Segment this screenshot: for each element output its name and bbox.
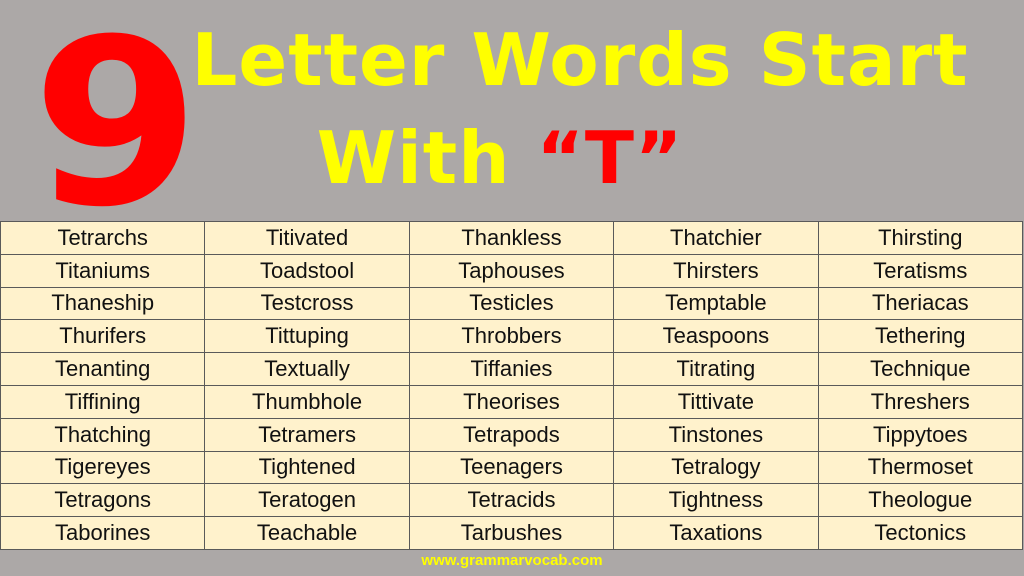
title-letter-t: “T” bbox=[536, 116, 684, 200]
word-cell: Toadstool bbox=[204, 253, 410, 288]
word-cell: Taxations bbox=[613, 516, 819, 550]
title-line-1: Letter Words Start bbox=[191, 18, 969, 102]
word-cell: Tenanting bbox=[0, 352, 206, 386]
table-row: Tiffining Thumbhole Theorises Tittivate Thre… bbox=[0, 384, 1024, 419]
word-cell: Teratisms bbox=[817, 253, 1024, 288]
word-cell: Teenagers bbox=[408, 450, 615, 485]
title-line-2: With “T” bbox=[180, 118, 820, 198]
table-row: Tigereyes Tightened Teenagers Tetralogy Ther… bbox=[0, 450, 1024, 485]
word-cell: Tectonics bbox=[817, 516, 1024, 550]
word-cell: Tethering bbox=[817, 319, 1024, 354]
word-cell: Tippytoes bbox=[817, 417, 1024, 452]
word-cell: Thurifers bbox=[0, 319, 206, 354]
word-cell: Tarbushes bbox=[408, 516, 615, 550]
word-cell: Taphouses bbox=[408, 253, 615, 288]
word-cell: Titivated bbox=[204, 221, 410, 255]
word-cell: Tetrarchs bbox=[0, 221, 206, 255]
word-cell: Testcross bbox=[204, 286, 410, 321]
word-cell: Thatching bbox=[0, 417, 206, 452]
word-cell: Thankless bbox=[408, 221, 615, 255]
word-cell: Tinstones bbox=[613, 417, 819, 452]
word-cell: Thumbhole bbox=[204, 384, 410, 419]
word-cell: Temptable bbox=[613, 286, 819, 321]
word-cell: Tightened bbox=[204, 450, 410, 485]
word-cell: Technique bbox=[817, 352, 1024, 386]
word-cell: Thirsting bbox=[817, 221, 1024, 255]
word-cell: Teaspoons bbox=[613, 319, 819, 354]
word-cell: Tetralogy bbox=[613, 450, 819, 485]
word-cell: Tiffining bbox=[0, 384, 206, 419]
word-cell: Titrating bbox=[613, 352, 819, 386]
word-cell: Thirsters bbox=[613, 253, 819, 288]
table-row: Thurifers Tittuping Throbbers Teaspoons Teth… bbox=[0, 319, 1024, 354]
word-cell: Throbbers bbox=[408, 319, 615, 354]
word-cell: Theriacas bbox=[817, 286, 1024, 321]
word-cell: Tigereyes bbox=[0, 450, 206, 485]
word-table: Tetrarchs Titivated Thankless Thatchier Thir… bbox=[0, 221, 1024, 550]
table-row: Tetrarchs Titivated Thankless Thatchier Thir… bbox=[0, 221, 1024, 255]
word-cell: Textually bbox=[204, 352, 410, 386]
word-cell: Tiffanies bbox=[408, 352, 615, 386]
website-footer: www.grammarvocab.com bbox=[421, 552, 603, 569]
word-cell: Tittuping bbox=[204, 319, 410, 354]
word-cell: Tetramers bbox=[204, 417, 410, 452]
word-cell: Teachable bbox=[204, 516, 410, 550]
table-row: Thaneship Testcross Testicles Temptable Ther… bbox=[0, 286, 1024, 321]
word-cell: Tetrapods bbox=[408, 417, 615, 452]
word-cell: Tightness bbox=[613, 483, 819, 518]
word-cell: Taborines bbox=[0, 516, 206, 550]
title-with-text: With bbox=[316, 116, 537, 200]
word-cell: Theorises bbox=[408, 384, 615, 419]
number-nine: 9 bbox=[32, 0, 200, 258]
table-row: Tenanting Textually Tiffanies Titrating Tech… bbox=[0, 352, 1024, 386]
word-cell: Theologue bbox=[817, 483, 1024, 518]
word-cell: Thermoset bbox=[817, 450, 1024, 485]
table-row: Tetragons Teratogen Tetracids Tightness Theo… bbox=[0, 483, 1024, 518]
word-cell: Titaniums bbox=[0, 253, 206, 288]
word-cell: Thaneship bbox=[0, 286, 206, 321]
word-cell: Tittivate bbox=[613, 384, 819, 419]
word-cell: Tetracids bbox=[408, 483, 615, 518]
table-row: Titaniums Toadstool Taphouses Thirsters Tera… bbox=[0, 253, 1024, 288]
table-row: Thatching Tetramers Tetrapods Tinstones Tipp… bbox=[0, 417, 1024, 452]
word-cell: Tetragons bbox=[0, 483, 206, 518]
word-cell: Threshers bbox=[817, 384, 1024, 419]
word-cell: Thatchier bbox=[613, 221, 819, 255]
table-row: Taborines Teachable Tarbushes Taxations Tect… bbox=[0, 516, 1024, 550]
word-cell: Teratogen bbox=[204, 483, 410, 518]
word-cell: Testicles bbox=[408, 286, 615, 321]
